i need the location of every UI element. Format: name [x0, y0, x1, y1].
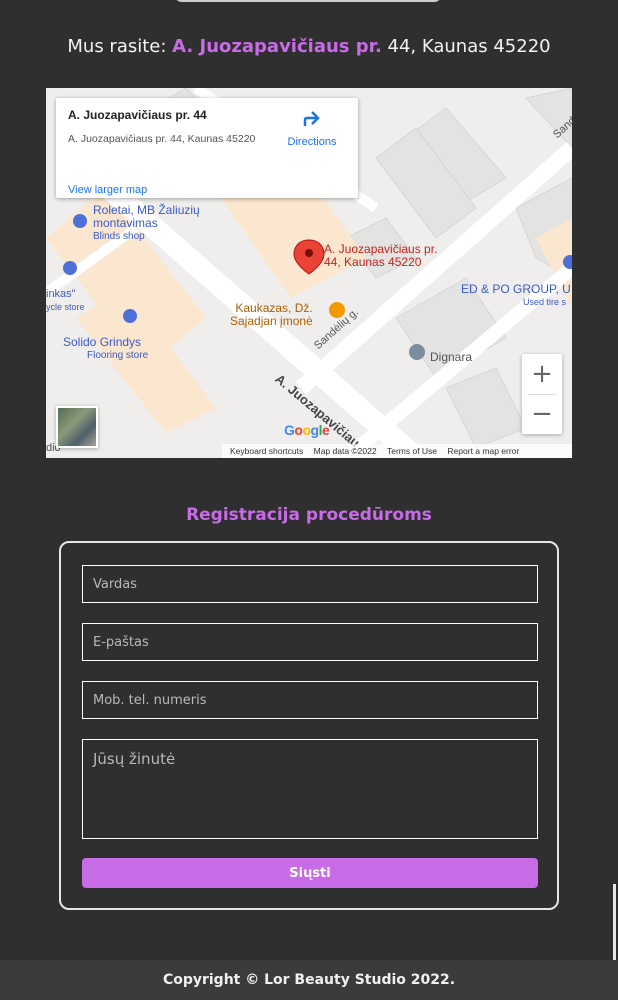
google-logo: Google: [284, 422, 330, 438]
poi-solido-type: Flooring store: [87, 350, 149, 361]
poi-edpo-type: Used tire s: [523, 297, 567, 307]
card-address: A. Juozapavičiaus pr. 44, Kaunas 45220: [68, 133, 256, 145]
zoom-out-button[interactable]: −: [522, 394, 562, 434]
keyboard-shortcuts-link[interactable]: Keyboard shortcuts: [230, 446, 303, 456]
map-attribution-bar: Keyboard shortcuts Map data ©2022 Terms …: [222, 444, 572, 458]
map-data-text: Map data ©2022: [313, 446, 377, 456]
copyright-text: Copyright © Lor Beauty Studio 2022.: [162, 972, 456, 988]
email-input[interactable]: [82, 623, 538, 661]
address-street: A. Juozapavičiaus pr.: [172, 36, 382, 57]
pin-label-line-2: 44, Kaunas 45220: [324, 255, 422, 269]
name-input[interactable]: [82, 565, 538, 603]
poi-ninkas-type: ycle store: [46, 302, 85, 312]
google-map-embed[interactable]: Roletai, MB Žaliuzių montavimas Blinds s…: [46, 88, 572, 458]
address-prefix: Mus rasite:: [67, 36, 167, 57]
view-larger-map-link[interactable]: View larger map: [68, 184, 147, 196]
poi-ninkas-name: inkas": [46, 288, 76, 300]
poi-kaukazas[interactable]: Kaukazas, Dž. Sajadjan įmonė: [230, 302, 313, 328]
footer: Copyright © Lor Beauty Studio 2022.: [0, 960, 618, 1000]
poi-dignara[interactable]: Dignara: [430, 350, 472, 364]
report-error-link[interactable]: Report a map error: [447, 446, 519, 456]
poi-solido[interactable]: Solido Grindys Flooring store: [63, 336, 148, 362]
poi-solido-name: Solido Grindys: [63, 335, 142, 349]
message-textarea[interactable]: [82, 739, 538, 839]
top-button-outline[interactable]: [174, 0, 442, 2]
map-info-card: A. Juozapavičiaus pr. 44 A. Juozapavičia…: [56, 98, 358, 198]
poi-edpo[interactable]: ED & PO GROUP, U Used tire s: [461, 283, 571, 309]
directions-icon: [303, 111, 320, 126]
poi-roletai-name-2: montavimas: [93, 216, 158, 230]
pin-label: A. Juozapavičiaus pr. 44, Kaunas 45220: [324, 243, 437, 269]
registration-form: Siųsti: [59, 541, 559, 910]
terms-link[interactable]: Terms of Use: [387, 446, 437, 456]
poi-roletai-type: Blinds shop: [93, 231, 145, 242]
card-title: A. Juozapavičiaus pr. 44: [68, 108, 207, 122]
directions-label: Directions: [287, 136, 337, 148]
poi-edpo-name: ED & PO GROUP, U: [461, 282, 571, 296]
map-layers-toggle[interactable]: [56, 406, 98, 448]
directions-button[interactable]: Directions: [282, 110, 342, 148]
poi-ninkas[interactable]: inkas" ycle store: [46, 288, 85, 314]
poi-roletai[interactable]: Roletai, MB Žaliuzių montavimas Blinds s…: [93, 204, 200, 243]
submit-button[interactable]: Siųsti: [82, 858, 538, 888]
poi-kaukazas-name-2: Sajadjan įmonė: [230, 314, 313, 328]
phone-input[interactable]: [82, 681, 538, 719]
registration-title: Registracija procedūroms: [186, 505, 432, 525]
address-rest: 44, Kaunas 45220: [387, 36, 551, 57]
address-line: Mus rasite: A. Juozapavičiaus pr. 44, Ka…: [0, 36, 618, 57]
zoom-controls: + −: [522, 354, 562, 434]
zoom-in-button[interactable]: +: [522, 354, 562, 394]
